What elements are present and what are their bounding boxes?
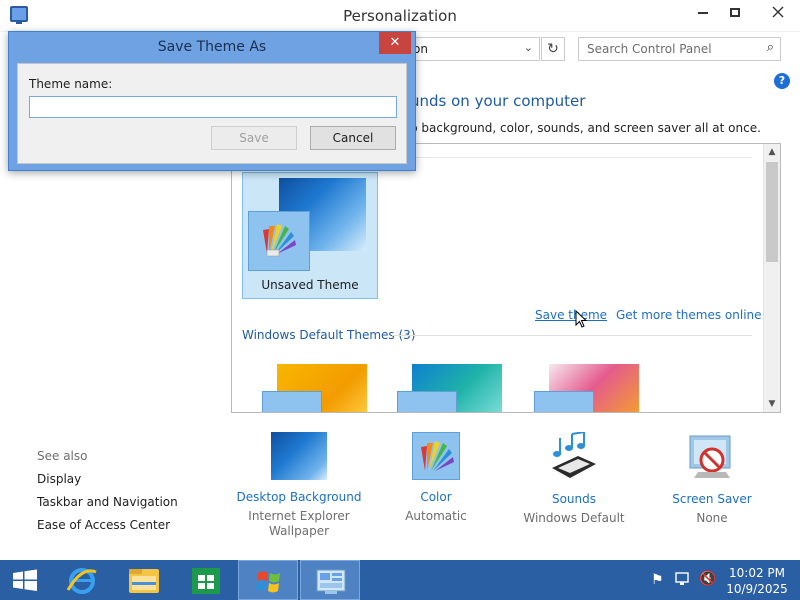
taskbar-personalization-button[interactable] — [238, 560, 298, 600]
volume-muted-icon[interactable]: 🔇 — [699, 571, 716, 587]
divider-bar — [392, 335, 752, 336]
ie-icon — [66, 568, 97, 594]
window-title: Personalization — [343, 7, 457, 25]
clock-time: 10:02 PM — [729, 566, 785, 580]
sounds-value: Windows Default — [523, 511, 625, 525]
desktop-background-item[interactable]: Desktop Background Internet Explorer Wal… — [234, 432, 364, 539]
color-link[interactable]: Color — [371, 490, 501, 504]
help-icon[interactable]: ? — [774, 73, 790, 89]
dialog-title: Save Theme As — [157, 39, 267, 55]
search-box[interactable]: Search Control Panel ⌕ — [578, 37, 781, 61]
screen-saver-item[interactable]: Screen Saver None — [647, 432, 777, 526]
theme-thumbnail[interactable] — [382, 356, 507, 412]
palette-icon — [263, 224, 296, 257]
theme-tile-unsaved[interactable]: Unsaved Theme — [242, 172, 378, 299]
chevron-down-icon[interactable]: ⌄ — [524, 41, 533, 54]
theme-label: Unsaved Theme — [261, 278, 359, 292]
cancel-button[interactable]: Cancel — [310, 126, 396, 150]
clock[interactable]: 10:02 PM 10/9/2025 — [722, 565, 792, 597]
store-icon — [192, 568, 220, 594]
maximize-button[interactable] — [720, 2, 750, 24]
start-button[interactable] — [0, 560, 50, 600]
title-bar: Personalization — [0, 0, 800, 32]
taskbar-ie-button[interactable] — [52, 560, 112, 600]
see-also-link-display[interactable]: Display — [37, 472, 81, 486]
page-subheading: p background, color, sounds, and screen … — [410, 121, 761, 135]
search-icon[interactable]: ⌕ — [767, 40, 774, 55]
windows-logo-icon — [13, 569, 37, 591]
search-input[interactable]: Search Control Panel — [587, 42, 712, 56]
save-theme-link[interactable]: Save theme — [535, 308, 607, 322]
sounds-icon — [546, 431, 602, 482]
color-swatch — [262, 391, 322, 412]
scroll-up-icon[interactable]: ▲ — [764, 144, 780, 160]
sounds-link[interactable]: Sounds — [509, 492, 639, 506]
theme-name-input[interactable] — [29, 96, 397, 118]
taskbar-control-panel-button[interactable] — [300, 560, 360, 600]
scroll-thumb[interactable] — [766, 162, 778, 262]
screensaver-icon — [684, 432, 740, 482]
clock-date: 10/9/2025 — [726, 582, 788, 596]
close-icon — [772, 6, 784, 18]
mouse-cursor-icon — [575, 310, 587, 328]
vertical-scrollbar[interactable]: ▲ ▼ — [763, 144, 780, 412]
scroll-down-icon[interactable]: ▼ — [764, 396, 780, 412]
get-more-themes-link[interactable]: Get more themes online — [616, 308, 762, 322]
desktop-background-icon — [271, 432, 327, 480]
address-bar[interactable]: on ⌄ — [410, 37, 540, 61]
screen-saver-link[interactable]: Screen Saver — [647, 492, 777, 506]
minimize-button[interactable] — [688, 2, 718, 24]
color-swatch — [534, 391, 594, 412]
save-button[interactable]: Save — [211, 126, 297, 150]
sounds-item[interactable]: Sounds Windows Default — [509, 431, 639, 526]
minimize-icon — [698, 12, 708, 14]
palette-icon — [412, 432, 460, 480]
color-swatch — [248, 211, 310, 271]
theme-name-label: Theme name: — [29, 77, 113, 91]
save-theme-dialog: Save Theme As ✕ Theme name: Save Cancel — [8, 31, 416, 171]
refresh-button[interactable]: ↻ — [541, 37, 565, 61]
taskbar-store-button[interactable] — [176, 560, 236, 600]
desktop-background-link[interactable]: Desktop Background — [234, 490, 364, 504]
windows-flag-icon — [256, 571, 280, 593]
color-swatch — [397, 391, 457, 412]
color-value: Automatic — [405, 509, 467, 523]
theme-thumbnail[interactable] — [247, 356, 372, 412]
page-heading: unds on your computer — [410, 92, 586, 110]
maximize-icon — [730, 8, 740, 17]
desktop-background-value: Internet Explorer Wallpaper — [248, 509, 350, 538]
screen-saver-value: None — [696, 511, 728, 525]
close-button[interactable] — [760, 0, 796, 24]
theme-thumbnail[interactable] — [519, 356, 644, 412]
themes-panel: Unsaved Theme Save theme Get more themes… — [231, 143, 781, 413]
flag-icon[interactable]: ⚑ — [651, 572, 664, 588]
see-also-link-taskbar[interactable]: Taskbar and Navigation — [37, 495, 178, 509]
theme-group-title: Windows Default Themes (3) — [242, 328, 416, 342]
control-panel-icon — [316, 569, 346, 594]
color-item[interactable]: Color Automatic — [371, 432, 501, 524]
explorer-icon — [129, 569, 159, 593]
network-icon[interactable] — [675, 572, 689, 586]
taskbar-file-explorer-button[interactable] — [114, 560, 174, 600]
close-icon: ✕ — [389, 35, 401, 50]
refresh-icon: ↻ — [547, 41, 559, 57]
taskbar: ⚑ 🔇 10:02 PM 10/9/2025 — [0, 560, 800, 600]
dialog-body: Theme name: Save Cancel — [17, 63, 407, 164]
see-also-link-ease-of-access[interactable]: Ease of Access Center — [37, 518, 170, 532]
see-also-title: See also — [37, 449, 88, 463]
dialog-close-button[interactable]: ✕ — [379, 32, 411, 54]
